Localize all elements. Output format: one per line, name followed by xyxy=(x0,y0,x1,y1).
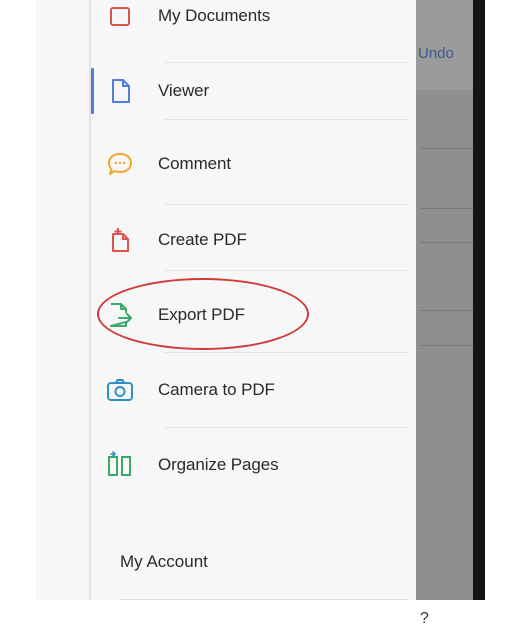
background-divider xyxy=(420,148,473,149)
background-divider xyxy=(420,208,473,209)
app-screen: My Documents Viewer Comment Create PDF E… xyxy=(0,0,507,627)
device-dark-edge xyxy=(473,0,485,600)
background-divider xyxy=(420,242,473,243)
menu-item-organize-pages[interactable]: Organize Pages xyxy=(104,437,409,493)
menu-item-label: Camera to PDF xyxy=(158,380,275,399)
active-item-indicator xyxy=(91,68,94,114)
export-pdf-icon xyxy=(104,299,136,331)
document-icon xyxy=(104,75,136,107)
menu-divider xyxy=(164,119,409,120)
menu-item-create-pdf[interactable]: Create PDF xyxy=(104,212,409,268)
menu-divider xyxy=(164,270,409,271)
menu-item-label: Organize Pages xyxy=(158,455,279,474)
create-pdf-icon xyxy=(104,224,136,256)
menu-item-label: Viewer xyxy=(158,81,210,100)
background-app-overlay: Undo xyxy=(416,0,473,600)
my-account-link[interactable]: My Account xyxy=(120,552,208,572)
background-divider xyxy=(420,345,473,346)
menu-item-label: Create PDF xyxy=(158,230,247,249)
bottom-strip xyxy=(36,600,507,627)
camera-icon xyxy=(104,374,136,406)
menu-divider xyxy=(164,204,409,205)
menu-item-my-documents[interactable]: My Documents xyxy=(104,0,409,44)
menu-item-label: Export PDF xyxy=(158,305,245,324)
comment-bubble-icon xyxy=(104,148,136,180)
menu-divider xyxy=(164,427,409,428)
menu-item-viewer[interactable]: Viewer xyxy=(104,63,409,119)
menu-item-export-pdf[interactable]: Export PDF xyxy=(104,287,409,343)
menu-item-label: Comment xyxy=(158,154,231,173)
menu-item-camera-to-pdf[interactable]: Camera to PDF xyxy=(104,362,409,418)
organize-pages-icon xyxy=(104,449,136,481)
menu-item-comment[interactable]: Comment xyxy=(104,136,409,192)
menu-divider xyxy=(164,352,409,353)
bottom-glyph: ? xyxy=(420,610,429,627)
undo-button: Undo xyxy=(418,45,454,62)
background-divider xyxy=(420,310,473,311)
menu-item-label: My Documents xyxy=(158,6,271,25)
folder-icon xyxy=(104,0,136,32)
